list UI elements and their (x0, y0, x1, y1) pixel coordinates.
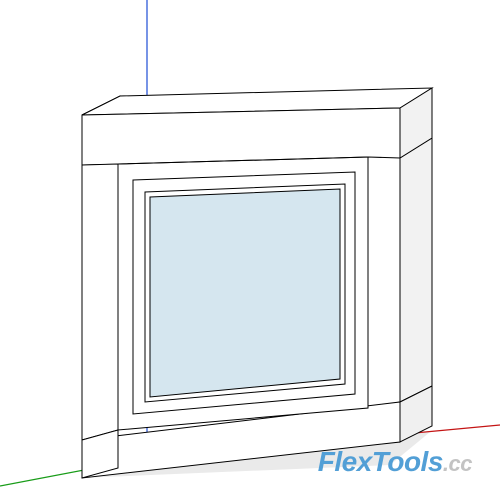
glass-pane (150, 189, 340, 397)
frame-top-front (82, 108, 400, 165)
frame-right-front (368, 157, 400, 408)
frame-right-side (400, 138, 432, 402)
frame-left-front (82, 164, 118, 440)
viewport-3d[interactable] (0, 0, 500, 500)
